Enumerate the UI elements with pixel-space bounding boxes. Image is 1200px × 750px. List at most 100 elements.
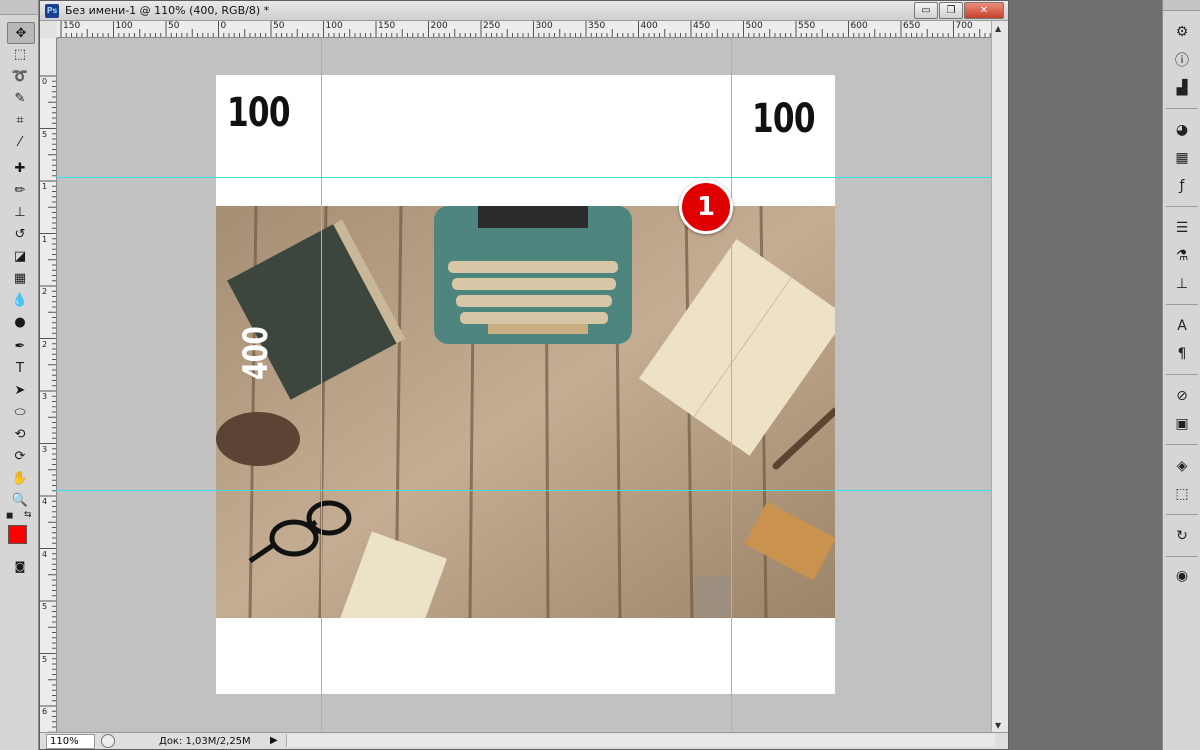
ruler-label: 4 [42,549,48,559]
zoom-icon[interactable]: 🔍 [7,490,33,510]
clone-source-icon[interactable]: ⊥ [1172,274,1192,294]
brush-icon[interactable]: ✏ [7,180,33,200]
lasso-icon[interactable]: ➰ [7,66,33,86]
ruler-label: 5 [42,602,48,611]
step-badge: 1 [679,180,733,234]
panel-dock: ⚙ ⓘ ▟ ◕ ▦ ƒ ☰ ⚗ ⊥ A ¶ ⊘ ▣ ◈ ⬚ ↻ ◉ [1162,0,1200,750]
close-button[interactable]: ✕ [964,2,1004,19]
eraser-icon[interactable]: ◪ [7,246,33,266]
paths-icon[interactable]: ⬚ [1172,484,1192,504]
swatches-icon[interactable]: ▦ [1172,148,1192,168]
horizontal-scrollbar[interactable] [286,734,995,747]
ruler-label: 2 [42,339,48,349]
ruler-label: 450 [693,21,711,31]
horizontal-ruler[interactable]: 150 100 50 0 50 100 150 200 250 300 350 400 450 500 55… [57,21,991,38]
status-info-icon[interactable] [101,734,115,748]
ruler-label: 350 [588,21,606,31]
info-icon[interactable]: ⓘ [1172,50,1192,70]
healing-icon[interactable]: ✚ [7,158,33,178]
ruler-label: 300 [535,21,553,31]
ruler-label: 3 [42,392,48,401]
status-menu-arrow-icon[interactable]: ▶ [270,735,278,746]
navigator-icon[interactable]: ⚙ [1172,22,1192,42]
crop-icon[interactable]: ⌗ [7,110,33,130]
dock-separator [1166,444,1198,445]
desk-photo-layer[interactable] [216,206,835,618]
ruler-origin[interactable] [40,21,58,39]
ruler-label: 600 [850,21,868,31]
tools-panel-grip[interactable] [0,0,38,15]
color-icon[interactable]: ◕ [1172,120,1192,140]
guide-horizontal-1[interactable] [56,177,992,178]
tools-panel: ✥ ⬚ ➰ ✎ ⌗ ⁄ ✚ ✏ ⊥ ↺ ◪ ▦ 💧 ● ✒ T ➤ ⬭ ⟲ ⟳ … [0,0,39,750]
ruler-label: 50 [273,21,285,31]
quick-select-icon[interactable]: ✎ [7,88,33,108]
type-icon[interactable]: T [7,358,33,378]
styles-icon[interactable]: ƒ [1172,176,1192,196]
ruler-label: 500 [745,21,763,31]
vertical-ruler[interactable]: 0 5 1 1 2 2 3 3 4 4 5 5 6 [40,38,57,733]
swap-colors-icon[interactable]: ⇆ [24,510,32,520]
dock-separator [1166,556,1198,557]
histogram-icon[interactable]: ▟ [1172,78,1192,98]
ruler-label: 5 [42,129,48,139]
label-top-right: 100 [752,96,816,142]
label-rotated: 400 [236,326,276,380]
move-icon[interactable]: ✥ [7,22,35,44]
default-colors-icon[interactable]: ◼ [6,511,13,521]
adjustments-icon[interactable]: ☰ [1172,218,1192,238]
guide-horizontal-2[interactable] [56,490,992,491]
dock-separator [1166,304,1198,305]
3d-icon[interactable]: ◉ [1172,566,1192,586]
3d-rotate-icon[interactable]: ⟲ [7,424,33,444]
scroll-down-icon[interactable]: ▼ [995,721,1001,730]
ruler-label: 150 [378,21,396,31]
status-bar: 110% Док: 1,03M/2,25M ▶ [40,732,1008,749]
panel-dock-grip[interactable] [1163,0,1200,11]
dock-separator [1166,374,1198,375]
minimize-button[interactable]: ▭ [914,2,938,19]
quick-mask-icon[interactable]: ◙ [7,556,33,576]
3d-orbit-icon[interactable]: ⟳ [7,446,33,466]
dock-separator [1166,108,1198,109]
ruler-label: 6 [42,707,48,716]
dodge-icon[interactable]: ● [7,312,33,332]
ruler-label: 3 [42,444,48,454]
blur-icon[interactable]: 💧 [7,290,33,310]
paragraph-icon[interactable]: ¶ [1172,344,1192,364]
restore-button[interactable]: ❐ [939,2,963,19]
ruler-label: 1 [42,182,48,191]
guide-vertical-2[interactable] [731,37,732,732]
label-top-left: 100 [227,90,291,136]
eyedropper-icon[interactable]: ⁄ [7,132,33,152]
foreground-color-swatch[interactable] [8,525,27,544]
masks-icon[interactable]: ⚗ [1172,246,1192,266]
vertical-scrollbar[interactable]: ▲ ▼ [991,21,1008,733]
document-titlebar[interactable]: Ps Без имени-1 @ 110% (400, RGB/8) * ▭ ❐… [40,1,1008,21]
character-icon[interactable]: A [1172,316,1192,336]
ruler-label: 4 [42,497,48,506]
history-brush-icon[interactable]: ↺ [7,224,33,244]
layers-icon[interactable]: ◈ [1172,456,1192,476]
tool-presets-icon[interactable]: ▣ [1172,414,1192,434]
dock-separator [1166,514,1198,515]
marquee-icon[interactable]: ⬚ [7,44,33,64]
ruler-label: 0 [42,77,48,86]
pen-icon[interactable]: ✒ [7,336,33,356]
zoom-level-field[interactable]: 110% [46,733,95,749]
ruler-label: 100 [325,21,343,31]
hand-icon[interactable]: ✋ [7,468,33,488]
ruler-label: 0 [220,21,227,31]
ruler-label: 550 [798,21,816,31]
ellipse-icon[interactable]: ⬭ [7,402,33,422]
gradient-icon[interactable]: ▦ [7,268,33,288]
guide-vertical-1[interactable] [321,37,322,732]
brush-presets-icon[interactable]: ⊘ [1172,386,1192,406]
document-title: Без имени-1 @ 110% (400, RGB/8) * [65,4,270,17]
ruler-label: 200 [430,21,448,31]
ruler-label: 700 [955,21,973,31]
history-icon[interactable]: ↻ [1172,526,1192,546]
path-select-icon[interactable]: ➤ [7,380,33,400]
stamp-icon[interactable]: ⊥ [7,202,33,222]
scroll-up-icon[interactable]: ▲ [995,24,1001,33]
